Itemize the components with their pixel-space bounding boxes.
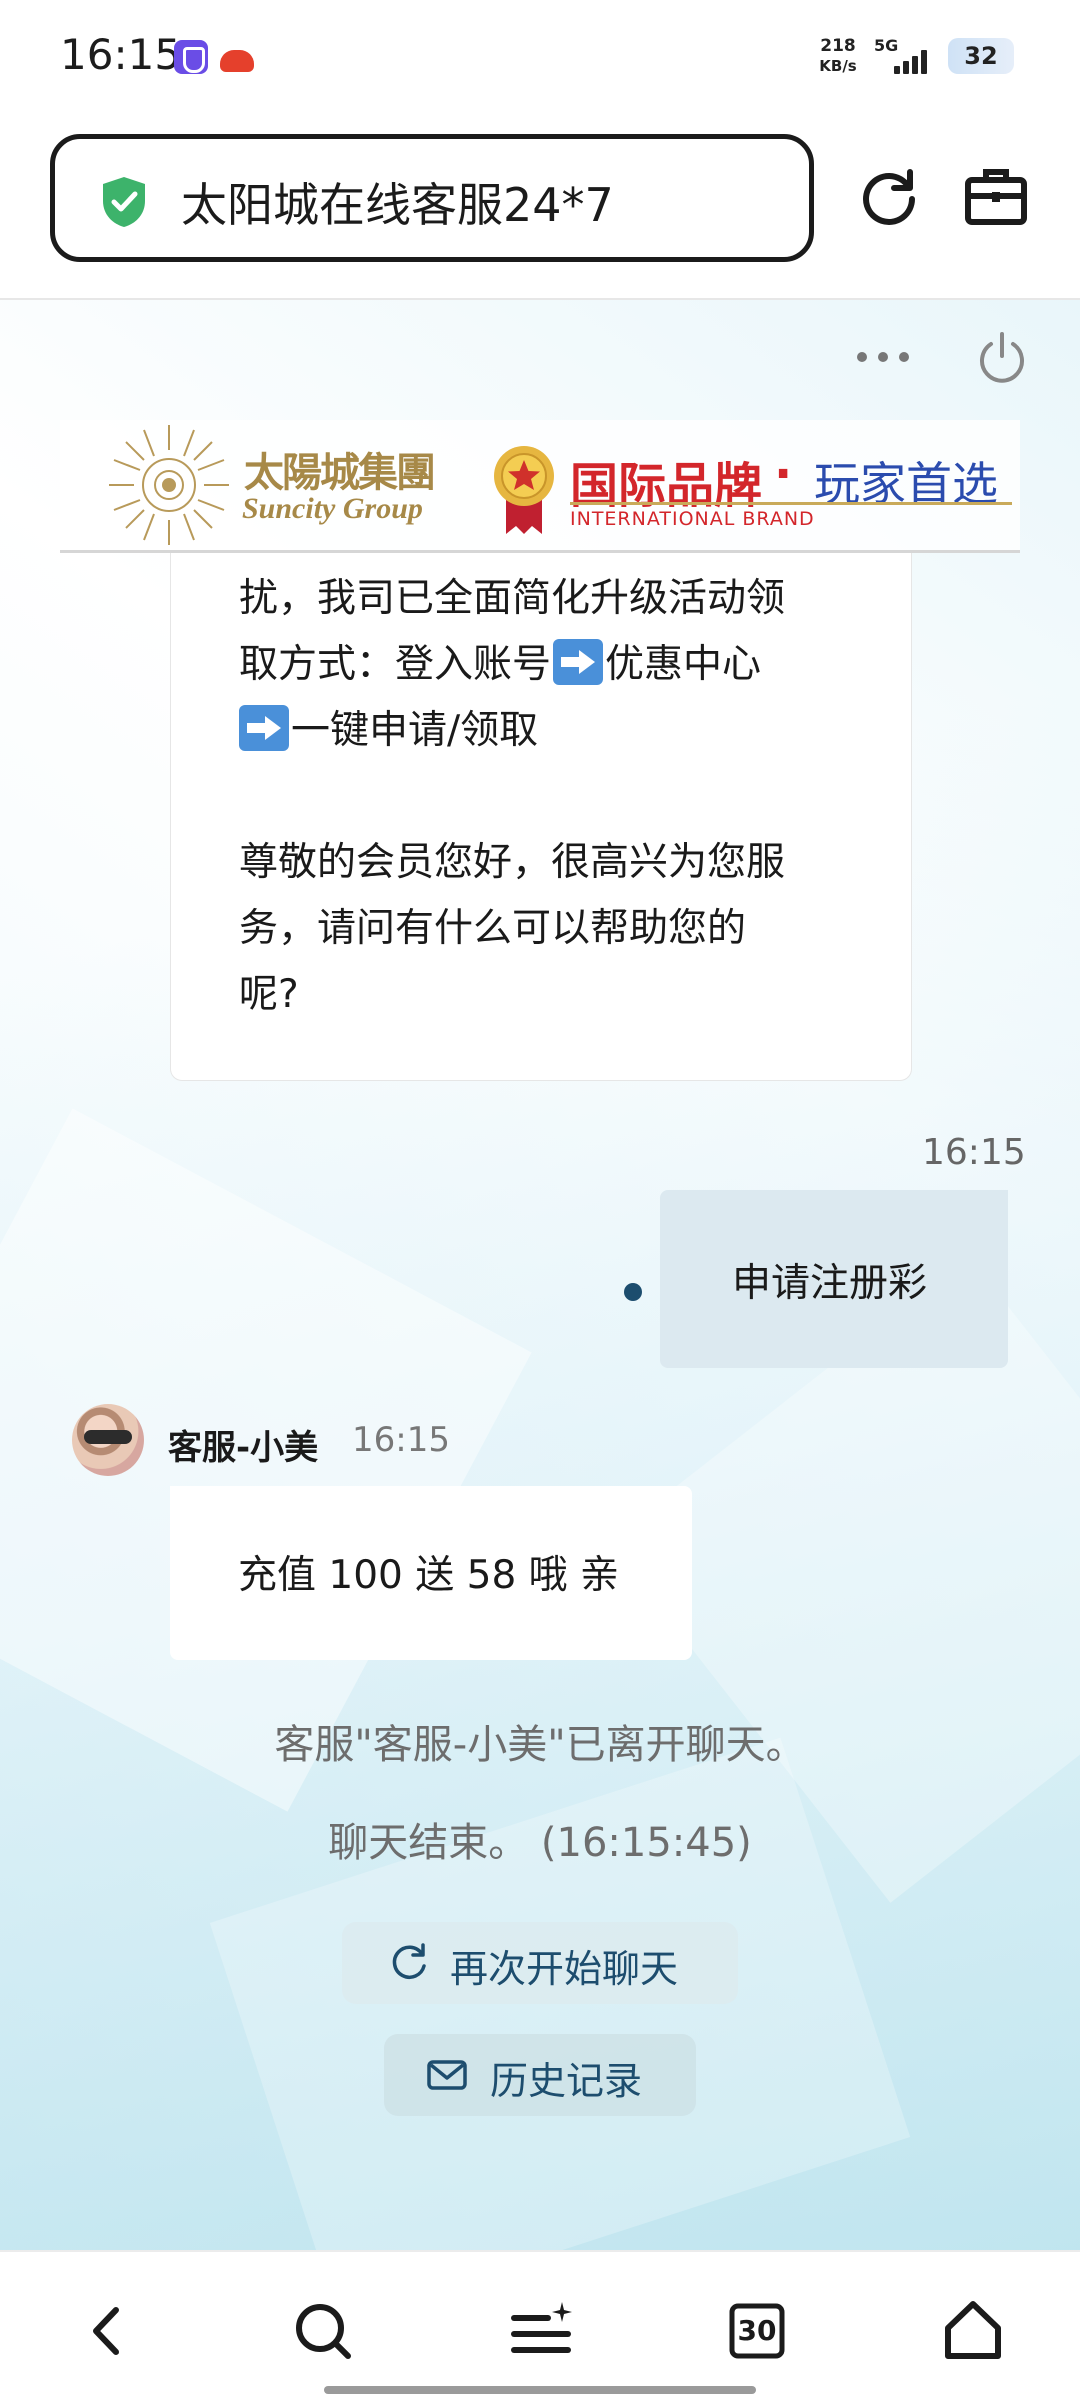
shield-check-icon [103,177,145,227]
sun-logo-icon [109,425,229,545]
message-line: 呢? [239,972,299,1017]
signal-icon [894,48,934,74]
network-speed-unit: KB/s [819,57,857,75]
group-name-en: Suncity Group [242,492,423,525]
message-timestamp: 16:15 [352,1420,450,1460]
status-time: 16:15 [60,30,182,79]
home-icon[interactable] [938,2296,1008,2366]
right-arrow-emoji-icon [239,705,289,751]
message-text: 一键申请/领取 [291,708,539,753]
tabs-count: 30 [737,2314,777,2347]
search-icon[interactable] [288,2296,358,2366]
message-text: 优惠中心 [605,642,762,687]
message-line: 尊敬的会员您好，很高兴为您服 [239,840,786,885]
system-message-agent-left: 客服"客服-小美"已离开聊天。 [274,1722,806,1768]
mail-icon [427,2060,467,2090]
reload-icon[interactable] [858,166,920,228]
gesture-home-bar[interactable] [324,2386,756,2394]
restart-chat-button[interactable]: 再次开始聊天 [342,1922,738,2004]
user-message-bubble: 申请注册彩 [660,1190,1008,1368]
page-title: 太阳城在线客服24*7 [181,178,614,232]
agent-name: 客服-小美 [168,1428,319,1468]
medal-icon [494,446,554,534]
brand-underline [570,502,1012,505]
back-arrow-icon[interactable] [72,2296,142,2366]
vpn-shield-icon [174,40,208,74]
power-icon[interactable] [976,330,1028,384]
message-line: 扰，我司已全面简化升级活动领 [239,576,786,621]
message-timestamp: 16:15 [922,1132,1026,1173]
brand-slogan-red: 国际品牌 [570,458,763,514]
group-name-cn: 太陽城集團 [244,449,436,496]
battery-indicator: 32 [948,38,1014,74]
bottom-navigation: 30 [0,2250,1080,2400]
right-arrow-emoji-icon [553,639,604,685]
tabs-button[interactable]: 30 [722,2296,792,2366]
address-bar[interactable]: 太阳城在线客服24*7 [50,134,814,262]
chat-history-button[interactable]: 历史记录 [384,2034,696,2116]
message-line: 一键申请/领取 [239,699,538,755]
more-dots-icon[interactable] [856,350,910,364]
restart-icon [392,1943,426,1979]
cloud-app-icon [220,40,254,74]
agent-message-bubble: 充值 100 送 58 哦 亲 [170,1486,692,1660]
message-text: 申请注册彩 [732,1261,928,1306]
toolbox-icon[interactable] [964,166,1028,228]
chat-history-label: 历史记录 [490,2059,643,2103]
sent-status-dot [624,1283,642,1301]
agent-message-bubble: 扰，我司已全面简化升级活动领 取方式：登入账号 优惠中心 一键申请/领取 尊敬的会… [170,553,912,1081]
agent-avatar [72,1404,144,1476]
status-bar: 16:15 218 KB/s 5G 32 [0,0,1080,116]
message-line: 取方式：登入账号 优惠中心 [239,633,761,689]
message-line: 务，请问有什么可以帮助您的 [239,906,747,951]
restart-chat-label: 再次开始聊天 [450,1947,679,1991]
brand-slogan-en: INTERNATIONAL BRAND [570,508,815,530]
message-text: 取方式：登入账号 [239,642,552,687]
network-speed: 218 KB/s [816,36,860,76]
message-text: 充值 100 送 58 哦 亲 [238,1553,620,1598]
brand-slogan-dot: · [774,446,793,502]
menu-sparkle-icon[interactable] [506,2296,576,2366]
system-message-chat-ended: 聊天结束。 (16:15:45) [328,1820,752,1866]
network-speed-value: 218 [820,36,856,56]
